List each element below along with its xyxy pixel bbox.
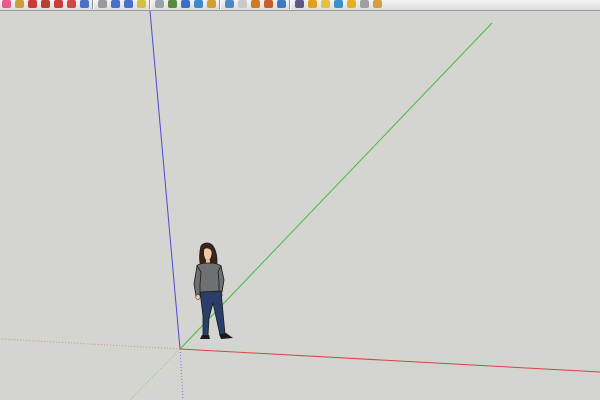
toolbar-separator — [92, 0, 93, 9]
person-right-shoe — [219, 333, 233, 339]
materials-icon[interactable] — [223, 0, 236, 9]
paint-bucket-icon[interactable] — [13, 0, 26, 9]
toolbar — [0, 0, 600, 11]
person-left-arm — [193, 264, 202, 297]
extension-warehouse-icon[interactable] — [293, 0, 306, 9]
share-model-icon[interactable] — [275, 0, 288, 9]
eraser-tool-icon[interactable] — [0, 0, 13, 9]
modeling-viewport[interactable] — [0, 11, 600, 400]
toggle-terrain-icon-glyph — [321, 0, 330, 8]
scale-icon[interactable] — [65, 0, 78, 9]
green-axis-dotted — [129, 348, 181, 400]
push-pull-icon-glyph — [28, 0, 37, 8]
dynamic-components-icon-glyph — [373, 0, 382, 8]
rotate-icon[interactable] — [52, 0, 65, 9]
follow-me-icon-glyph — [41, 0, 50, 8]
red-axis-solid — [179, 348, 600, 373]
blue-axis-dotted — [179, 348, 184, 400]
components-icon[interactable] — [205, 0, 218, 9]
styles-icon[interactable] — [236, 0, 249, 9]
paint-bucket-icon-glyph — [15, 0, 24, 8]
zoom-icon[interactable] — [109, 0, 122, 9]
tape-measure-icon[interactable] — [135, 0, 148, 9]
extension-warehouse-icon-glyph — [295, 0, 304, 8]
google-earth-icon-glyph — [251, 0, 260, 8]
fog-icon-glyph — [360, 0, 369, 8]
red-axis-dotted — [0, 338, 181, 350]
person-right-arm — [217, 264, 225, 295]
materials-icon-glyph — [225, 0, 234, 8]
sketchup-window — [0, 0, 600, 400]
person-left-shoe — [200, 335, 210, 339]
section-plane-icon-glyph — [168, 0, 177, 8]
walk-icon[interactable] — [179, 0, 192, 9]
sun-shadows-icon[interactable] — [345, 0, 358, 9]
eraser-tool-icon-glyph — [2, 0, 11, 8]
walk-icon-glyph — [181, 0, 190, 8]
orbit-icon[interactable] — [78, 0, 91, 9]
blue-axis-solid — [149, 11, 181, 350]
toggle-terrain-icon[interactable] — [319, 0, 332, 9]
look-around-icon[interactable] — [192, 0, 205, 9]
styles-icon-glyph — [238, 0, 247, 8]
orbit-icon-glyph — [80, 0, 89, 8]
pan-icon[interactable] — [96, 0, 109, 9]
scale-icon-glyph — [67, 0, 76, 8]
toolbar-separator — [289, 0, 290, 9]
pan-icon-glyph — [98, 0, 107, 8]
look-around-icon-glyph — [194, 0, 203, 8]
rotate-icon-glyph — [54, 0, 63, 8]
person-left-hand — [195, 294, 201, 300]
section-plane-icon[interactable] — [166, 0, 179, 9]
zoom-icon-glyph — [111, 0, 120, 8]
toolbar-separator — [219, 0, 220, 9]
share-model-icon-glyph — [277, 0, 286, 8]
toolbar-separator — [149, 0, 150, 9]
fog-icon[interactable] — [358, 0, 371, 9]
add-location-icon-glyph — [308, 0, 317, 8]
dynamic-components-icon[interactable] — [371, 0, 384, 9]
components-icon-glyph — [207, 0, 216, 8]
get-models-icon[interactable] — [262, 0, 275, 9]
zoom-extents-icon-glyph — [124, 0, 133, 8]
text-tool-icon[interactable] — [153, 0, 166, 9]
preview-in-earth-icon-glyph — [334, 0, 343, 8]
text-tool-icon-glyph — [155, 0, 164, 8]
get-models-icon-glyph — [264, 0, 273, 8]
axes — [0, 11, 600, 400]
person-jeans — [199, 290, 226, 337]
preview-in-earth-icon[interactable] — [332, 0, 345, 9]
add-location-icon[interactable] — [306, 0, 319, 9]
follow-me-icon[interactable] — [39, 0, 52, 9]
google-earth-icon[interactable] — [249, 0, 262, 9]
push-pull-icon[interactable] — [26, 0, 39, 9]
sun-shadows-icon-glyph — [347, 0, 356, 8]
tape-measure-icon-glyph — [137, 0, 146, 8]
person-scale-figure[interactable] — [187, 240, 237, 345]
zoom-extents-icon[interactable] — [122, 0, 135, 9]
